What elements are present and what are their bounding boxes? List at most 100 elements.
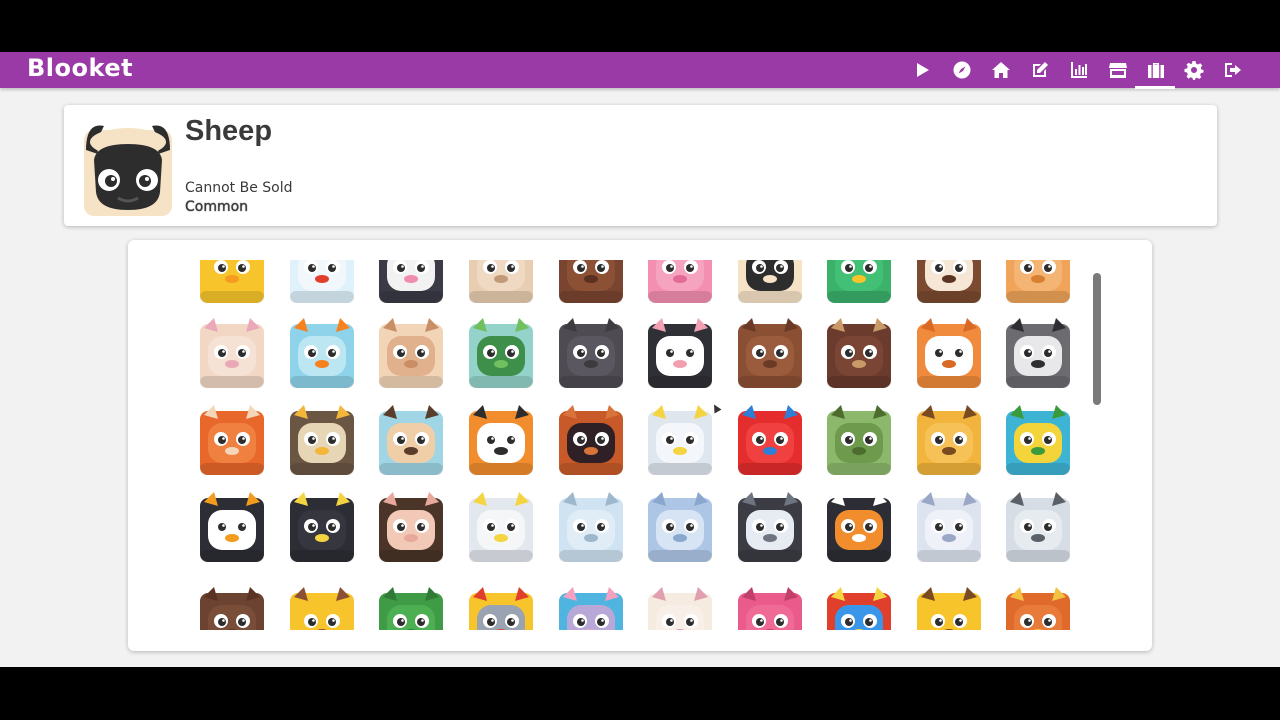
blook-macaw[interactable] [1006, 405, 1070, 475]
cockatoo-icon [648, 405, 712, 475]
penguin-icon [827, 492, 891, 562]
blook-turtle[interactable] [469, 318, 533, 388]
blook-horse[interactable] [559, 260, 623, 303]
gear-icon[interactable] [1182, 58, 1206, 82]
owl-icon [290, 405, 354, 475]
blook-kitten[interactable] [559, 318, 623, 388]
blook-name: Sheep [185, 115, 273, 147]
dog-icon [917, 260, 981, 303]
blook-hamster[interactable] [379, 318, 443, 388]
blook-chick[interactable] [200, 260, 264, 303]
blook-mouse[interactable] [559, 587, 623, 630]
blook-elf[interactable] [469, 587, 533, 630]
chicken-icon [290, 260, 354, 303]
blook-orangutan[interactable] [559, 405, 623, 475]
blook-seal[interactable] [1006, 492, 1070, 562]
blook-sell-status: Cannot Be Sold [185, 180, 293, 196]
blook-blue-blob[interactable] [827, 587, 891, 630]
jaguar-icon [917, 405, 981, 475]
bear-icon [738, 318, 802, 388]
blook-dragon[interactable] [379, 587, 443, 630]
blook-walrus[interactable] [200, 587, 264, 630]
blook-owl[interactable] [290, 405, 354, 475]
grid-scrollbar[interactable] [1093, 273, 1101, 405]
sheep-icon [738, 260, 802, 303]
cat-icon [1006, 260, 1070, 303]
blook-fox[interactable] [917, 318, 981, 388]
cupcake-icon [290, 587, 354, 630]
blook-rarity: Common [185, 199, 249, 215]
blook-pig[interactable] [648, 260, 712, 303]
orangutan-icon [559, 405, 623, 475]
home-icon[interactable] [989, 58, 1013, 82]
bunny-lady-icon [648, 587, 712, 630]
blook-pink-cat[interactable] [738, 587, 802, 630]
blook-moose[interactable] [827, 318, 891, 388]
blook-jaguar[interactable] [917, 405, 981, 475]
blook-parrot[interactable] [738, 405, 802, 475]
chick-icon [200, 260, 264, 303]
blook-info-card: Sheep Cannot Be Sold Common [64, 105, 1217, 226]
blook-waffle[interactable] [1006, 587, 1070, 630]
blook-tiger[interactable] [469, 405, 533, 475]
compass-icon[interactable] [950, 58, 974, 82]
blook-toucan[interactable] [200, 492, 264, 562]
blook-polar-bear[interactable] [559, 492, 623, 562]
suitcase-icon[interactable] [1135, 58, 1175, 89]
hedgehog-icon [379, 405, 443, 475]
fox-icon [917, 318, 981, 388]
baby-penguin-icon [738, 492, 802, 562]
blook-cat[interactable] [1006, 260, 1070, 303]
chart-icon[interactable] [1067, 58, 1091, 82]
edit-icon[interactable] [1028, 58, 1052, 82]
horse-icon [559, 260, 623, 303]
blook-squirrel[interactable] [200, 405, 264, 475]
capuchin-icon [379, 492, 443, 562]
blook-cockatoo[interactable] [648, 405, 712, 475]
blook-goldfish[interactable] [290, 318, 354, 388]
blook-chicken[interactable] [290, 260, 354, 303]
blook-dog[interactable] [917, 260, 981, 303]
goat-icon [469, 260, 533, 303]
anaconda-icon [827, 405, 891, 475]
blook-sheep[interactable] [738, 260, 802, 303]
blook-penguin[interactable] [827, 492, 891, 562]
blook-arctic-fox[interactable] [648, 492, 712, 562]
blook-bear[interactable] [738, 318, 802, 388]
blook-panther[interactable] [290, 492, 354, 562]
play-icon[interactable] [910, 58, 934, 82]
blook-baby-penguin[interactable] [738, 492, 802, 562]
store-icon[interactable] [1106, 58, 1130, 82]
kitten-icon [559, 318, 623, 388]
top-navbar: Blooket [0, 52, 1280, 89]
raccoon-icon [1006, 318, 1070, 388]
blook-goat[interactable] [469, 260, 533, 303]
macaw-icon [1006, 405, 1070, 475]
squirrel-icon [200, 405, 264, 475]
panther-icon [290, 492, 354, 562]
blook-anaconda[interactable] [827, 405, 891, 475]
sign-out-icon[interactable] [1221, 58, 1245, 82]
letterbox-top [0, 0, 1280, 52]
blook-bunny[interactable] [200, 318, 264, 388]
blook-capuchin[interactable] [379, 492, 443, 562]
blook-duck[interactable] [827, 260, 891, 303]
blook-snowy-owl[interactable] [469, 492, 533, 562]
blook-grid-card [128, 240, 1152, 651]
blook-bunny-lady[interactable] [648, 587, 712, 630]
lord-icon [917, 587, 981, 630]
waffle-icon [1006, 587, 1070, 630]
blook-arctic-hare[interactable] [917, 492, 981, 562]
blook-hedgehog[interactable] [379, 405, 443, 475]
blook-cupcake[interactable] [290, 587, 354, 630]
letterbox-bottom [0, 667, 1280, 720]
blook-lord[interactable] [917, 587, 981, 630]
blook-raccoon[interactable] [1006, 318, 1070, 388]
blook-cow[interactable] [379, 260, 443, 303]
blook-puppy[interactable] [648, 318, 712, 388]
elf-icon [469, 587, 533, 630]
mouse-icon [559, 587, 623, 630]
blooket-logo[interactable]: Blooket [27, 54, 133, 82]
puppy-icon [648, 318, 712, 388]
arctic-fox-icon [648, 492, 712, 562]
